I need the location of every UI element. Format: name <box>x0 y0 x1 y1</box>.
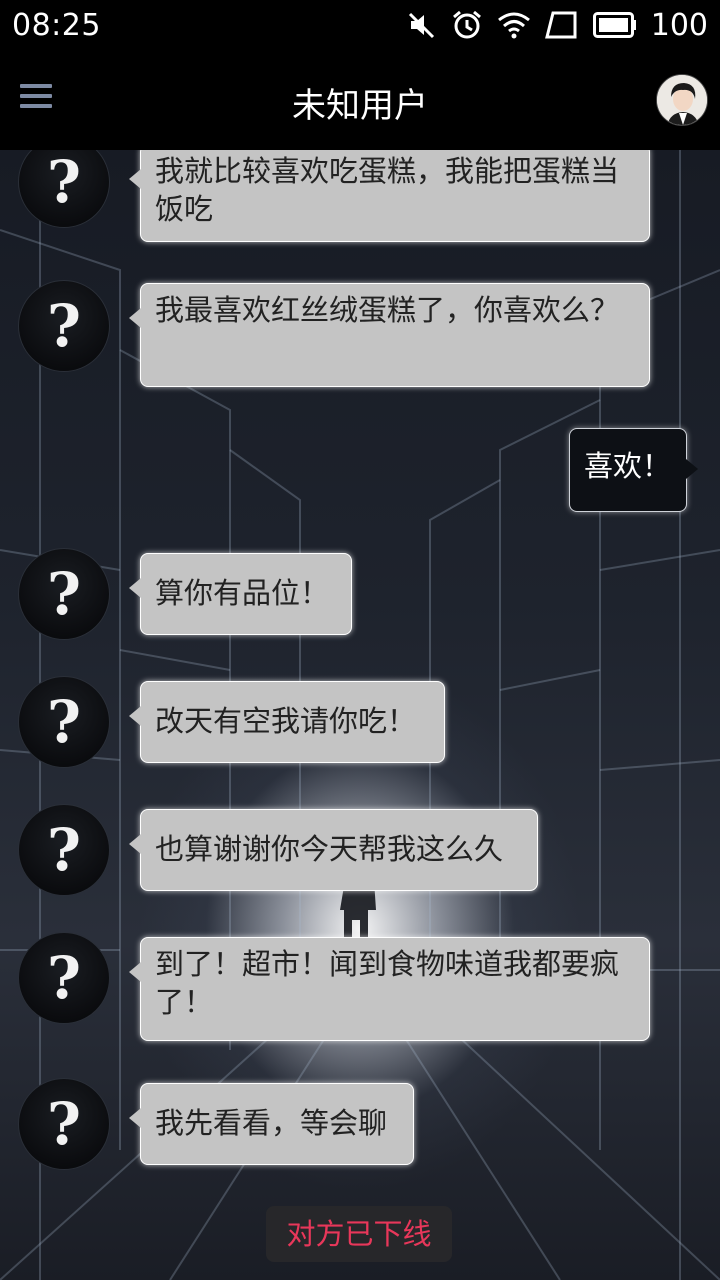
chat-screen: 08:25 100 未知用户 ? 我就比较喜欢吃蛋糕，我能把蛋糕当饭吃 ? 我最… <box>0 0 720 1280</box>
message-bubble[interactable]: 我就比较喜欢吃蛋糕，我能把蛋糕当饭吃 <box>129 150 650 242</box>
battery-icon <box>592 12 637 38</box>
chat-title: 未知用户 <box>292 86 428 126</box>
message-bubble[interactable]: 到了！超市！闻到食物味道我都要疯了！ <box>129 937 650 1041</box>
status-time: 08:25 <box>12 8 101 43</box>
battery-level: 100 <box>650 7 708 43</box>
chat-header: 未知用户 <box>0 50 720 150</box>
unknown-user-avatar[interactable]: ? <box>18 280 110 372</box>
wifi-icon <box>497 10 531 40</box>
unknown-user-avatar[interactable]: ? <box>18 1078 110 1170</box>
alarm-icon <box>451 9 483 41</box>
signal-icon <box>544 11 579 39</box>
unknown-user-avatar[interactable]: ? <box>18 804 110 896</box>
mute-icon <box>407 10 437 40</box>
user-avatar[interactable] <box>656 74 708 126</box>
message-bubble[interactable]: 也算谢谢你今天帮我这么久 <box>129 809 538 891</box>
status-bar: 08:25 100 <box>0 0 720 50</box>
message-bubble-self[interactable]: 喜欢！ <box>569 428 698 512</box>
unknown-user-avatar[interactable]: ? <box>18 676 110 768</box>
status-icons: 100 <box>393 6 708 44</box>
offline-notice: 对方已下线 <box>266 1206 452 1262</box>
unknown-user-avatar[interactable]: ? <box>18 548 110 640</box>
unknown-user-avatar[interactable]: ? <box>18 932 110 1024</box>
message-bubble[interactable]: 我先看看，等会聊 <box>129 1083 414 1165</box>
message-bubble[interactable]: 改天有空我请你吃！ <box>129 681 445 763</box>
message-bubble[interactable]: 算你有品位！ <box>129 553 352 635</box>
chat-background: ? 我就比较喜欢吃蛋糕，我能把蛋糕当饭吃 ? 我最喜欢红丝绒蛋糕了，你喜欢么？ … <box>0 150 720 1280</box>
message-bubble[interactable]: 我最喜欢红丝绒蛋糕了，你喜欢么？ <box>129 283 650 387</box>
